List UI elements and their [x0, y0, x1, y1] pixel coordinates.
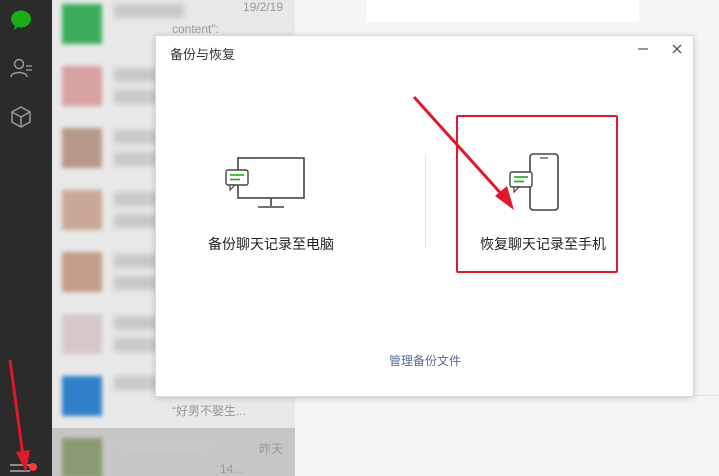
minimize-icon[interactable] — [635, 41, 651, 57]
avatar — [62, 252, 102, 292]
dialog-title: 备份与恢复 — [170, 47, 236, 62]
computer-chat-icon — [225, 157, 305, 208]
notification-dot — [29, 463, 37, 471]
manage-backups-link[interactable]: 管理备份文件 — [389, 352, 461, 369]
avatar — [62, 438, 102, 476]
annotation-highlight-box — [456, 115, 618, 273]
options-divider — [425, 154, 426, 248]
avatar — [62, 4, 102, 44]
avatar — [62, 128, 102, 168]
chat-icon[interactable] — [9, 8, 33, 32]
backup-to-computer-button[interactable]: 备份聊天记录至电脑 — [196, 146, 386, 266]
chat-name-blurred — [114, 4, 184, 18]
chat-preview: 14... — [220, 462, 244, 476]
favorites-box-icon[interactable] — [9, 105, 33, 129]
avatar — [62, 376, 102, 416]
avatar — [62, 66, 102, 106]
chat-preview: content": — [172, 22, 219, 36]
message-bubble — [367, 0, 639, 22]
contacts-icon[interactable] — [9, 56, 33, 80]
close-icon[interactable] — [669, 41, 685, 57]
chat-preview: “好男不娶生... — [172, 404, 246, 418]
chat-time: 19/2/19 — [242, 0, 283, 14]
backup-label: 备份聊天记录至电脑 — [208, 236, 334, 252]
chat-time: 昨天 — [258, 442, 283, 456]
avatar — [62, 190, 102, 230]
sidebar-nav — [0, 0, 52, 476]
chat-list-item-selected[interactable]: 昨天 14... — [52, 428, 295, 476]
chat-name-blurred — [114, 438, 214, 452]
avatar — [62, 314, 102, 354]
